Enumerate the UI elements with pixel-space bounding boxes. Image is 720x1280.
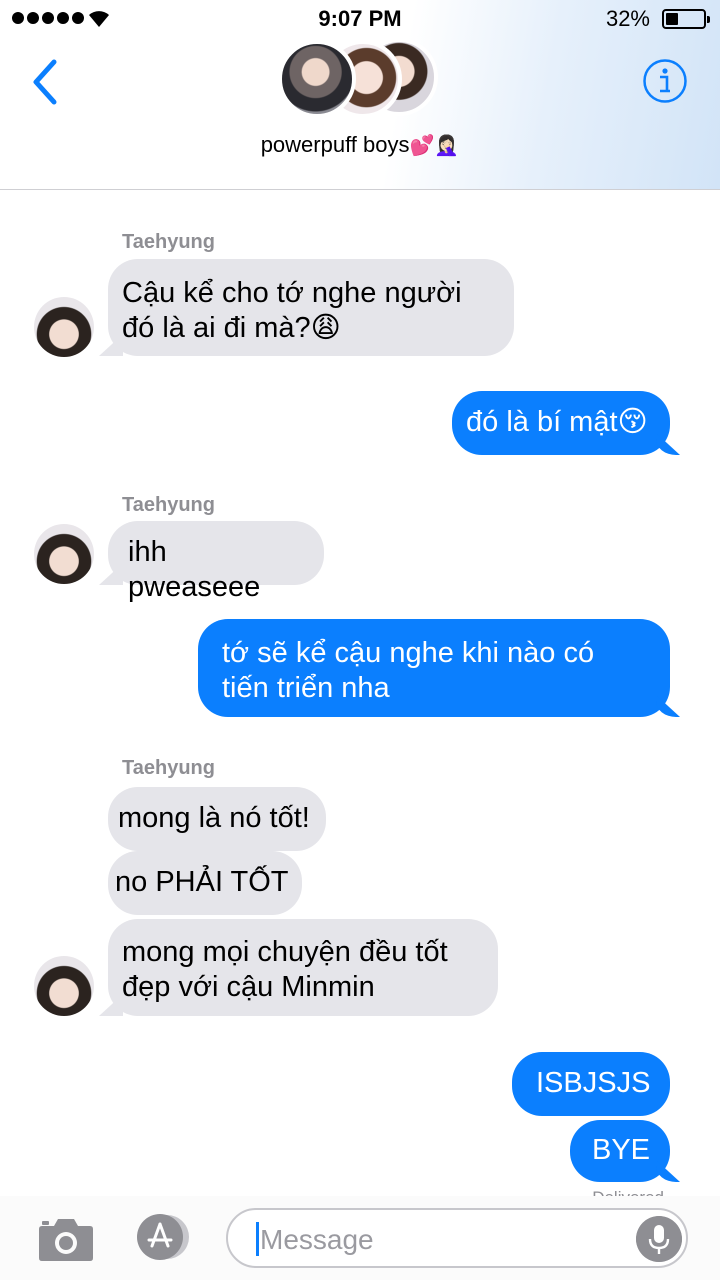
group-name-emoji: 💕🤦🏻‍♀️ bbox=[409, 135, 460, 157]
message-input-bar bbox=[0, 1196, 720, 1280]
outgoing-message-bubble[interactable]: đó là bí mật😚 bbox=[452, 391, 670, 455]
group-name-text: powerpuff boys bbox=[260, 132, 410, 157]
group-avatars[interactable] bbox=[278, 36, 448, 124]
status-bar: 9:07 PM 32% bbox=[0, 0, 720, 36]
sender-avatar[interactable] bbox=[34, 524, 94, 584]
message-text-line: tiến triển nha bbox=[222, 672, 390, 704]
microphone-icon[interactable] bbox=[636, 1216, 682, 1262]
message-text: mong là nó tốt! bbox=[118, 802, 310, 834]
message-text-line: đó là ai đi mà?😩 bbox=[122, 312, 341, 344]
message-input[interactable] bbox=[258, 1220, 622, 1260]
message-text-line: Cậu kể cho tớ nghe người bbox=[122, 277, 462, 309]
battery-percentage: 32% bbox=[605, 6, 650, 31]
conversation-header: 9:07 PM 32% powerpuff boys💕🤦🏻‍♀️ bbox=[0, 0, 720, 190]
message-text: no PHẢI TỐT bbox=[115, 866, 289, 898]
message-text: ihh pweaseee bbox=[128, 536, 261, 603]
incoming-message-bubble[interactable]: mong là nó tốt! bbox=[108, 787, 326, 851]
message-text: ISBJSJS bbox=[536, 1067, 651, 1099]
message-text-line: mong mọi chuyện đều tốt bbox=[122, 936, 448, 968]
message-text: BYE bbox=[592, 1134, 651, 1166]
camera-icon[interactable] bbox=[38, 1214, 94, 1262]
app-store-icon[interactable] bbox=[130, 1214, 190, 1260]
incoming-message-bubble[interactable]: ihh pweaseee bbox=[108, 521, 324, 603]
outgoing-message-bubble[interactable]: ISBJSJS bbox=[512, 1052, 670, 1116]
message-input-field[interactable] bbox=[226, 1208, 688, 1268]
sender-avatar[interactable] bbox=[34, 956, 94, 1016]
outgoing-message-bubble[interactable]: tớ sẽ kể cậu nghe khi nào có tiến triển … bbox=[198, 619, 670, 717]
info-icon[interactable] bbox=[642, 58, 688, 104]
member-avatar bbox=[278, 40, 356, 118]
sender-name: Taehyung bbox=[122, 494, 215, 516]
battery-icon bbox=[662, 9, 710, 29]
back-chevron-icon[interactable] bbox=[28, 58, 62, 106]
incoming-message-bubble[interactable]: mong mọi chuyện đều tốt đẹp với cậu Minm… bbox=[108, 919, 498, 1016]
message-text: đó là bí mật😚 bbox=[466, 406, 648, 438]
incoming-message-bubble[interactable]: no PHẢI TỐT bbox=[108, 851, 302, 915]
sender-name: Taehyung bbox=[122, 757, 215, 779]
sender-name: Taehyung bbox=[122, 231, 215, 253]
message-text-line: tớ sẽ kể cậu nghe khi nào có bbox=[222, 637, 595, 669]
incoming-message-bubble[interactable]: Cậu kể cho tớ nghe người đó là ai đi mà?… bbox=[108, 259, 514, 356]
sender-avatar[interactable] bbox=[34, 297, 94, 357]
group-name[interactable]: powerpuff boys💕🤦🏻‍♀️ bbox=[0, 132, 720, 158]
outgoing-message-bubble[interactable]: BYE bbox=[570, 1120, 670, 1182]
message-text-line: đẹp với cậu Minmin bbox=[122, 971, 375, 1003]
